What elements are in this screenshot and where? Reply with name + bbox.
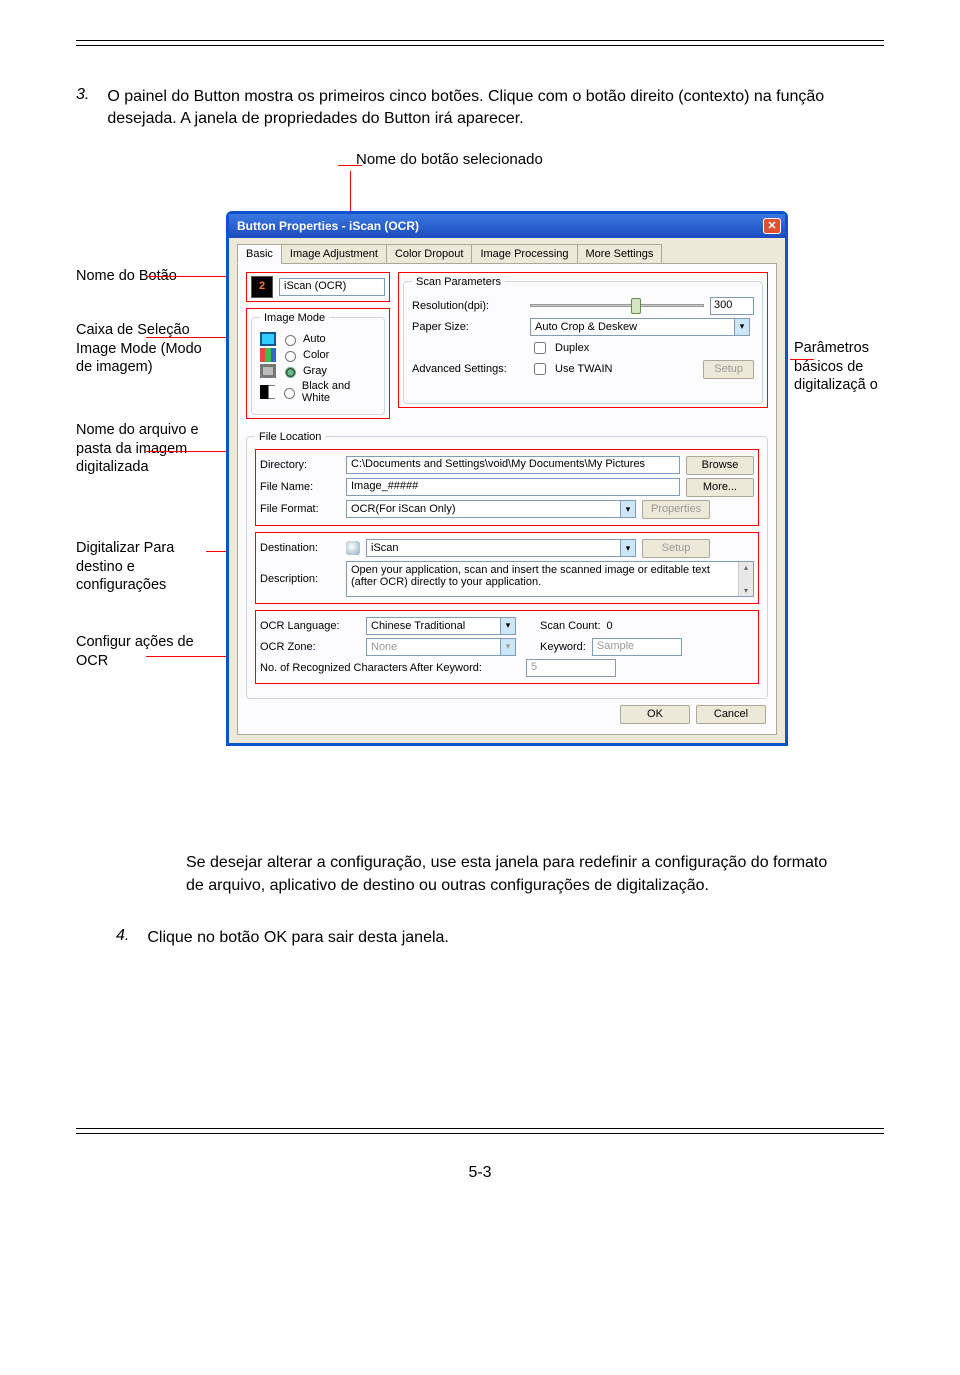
dest-setup-button: Setup [642, 539, 710, 558]
label-color: Color [303, 349, 329, 361]
fileformat-label: File Format: [260, 503, 340, 515]
callout-scan-to: Digitalizar Para destino e configurações [76, 539, 216, 596]
titlebar: Button Properties - iScan (OCR) ✕ [229, 214, 785, 238]
annotated-screenshot: Nome do botão selecionado Nome do Botão … [76, 151, 884, 811]
label-bw: Black and White [302, 380, 376, 404]
chevron-down-icon: ▾ [500, 618, 515, 634]
ocr-language-select[interactable]: Chinese Traditional ▾ [366, 617, 516, 635]
ocr-language-label: OCR Language: [260, 620, 360, 632]
fileformat-select[interactable]: OCR(For iScan Only) ▾ [346, 500, 636, 518]
scrollbar[interactable]: ▴▾ [738, 562, 753, 596]
callout-file-info: Nome do arquivo e pasta da imagem digita… [76, 421, 216, 478]
more-button[interactable]: More... [686, 478, 754, 497]
use-twain-checkbox[interactable] [534, 363, 546, 375]
radio-gray[interactable] [285, 367, 296, 378]
scan-params-legend: Scan Parameters [412, 276, 505, 288]
browse-button[interactable]: Browse [686, 456, 754, 475]
button-name-input[interactable]: iScan (OCR) [279, 278, 385, 296]
paragraph-after: Se desejar alterar a configuração, use e… [186, 851, 844, 897]
chevron-down-icon: ▾ [620, 540, 635, 556]
radio-color[interactable] [285, 351, 296, 362]
scan-count-label: Scan Count: [540, 620, 601, 632]
scan-params-box: Scan Parameters Resolution(dpi): 300 [398, 272, 768, 408]
radio-bw[interactable] [284, 388, 295, 399]
chevron-down-icon: ▾ [620, 501, 635, 517]
step-4: 4. Clique no botão OK para sair desta ja… [116, 927, 884, 949]
destination-box: Destination: iScan ▾ Setup Description: [255, 532, 759, 604]
paper-size-label: Paper Size: [412, 321, 524, 333]
keyword-label: Keyword: [540, 641, 586, 653]
step-3-number: 3. [76, 86, 89, 131]
tab-basic[interactable]: Basic [237, 244, 282, 264]
tab-color-dropout[interactable]: Color Dropout [386, 244, 472, 263]
resolution-slider[interactable] [530, 297, 704, 315]
file-location-box: Directory: C:\Documents and Settings\voi… [255, 449, 759, 526]
gray-mode-icon [260, 364, 276, 378]
chevron-down-icon: ▾ [734, 319, 749, 335]
step-3-text: O painel do Button mostra os primeiros c… [107, 86, 884, 131]
duplex-checkbox[interactable] [534, 342, 546, 354]
paper-size-select[interactable]: Auto Crop & Deskew ▾ [530, 318, 750, 336]
tab-more-settings[interactable]: More Settings [577, 244, 663, 263]
tab-image-processing[interactable]: Image Processing [471, 244, 577, 263]
auto-mode-icon [260, 332, 276, 346]
step-3: 3. O painel do Button mostra os primeiro… [76, 86, 884, 131]
directory-label: Directory: [260, 459, 340, 471]
directory-input[interactable]: C:\Documents and Settings\void\My Docume… [346, 456, 680, 474]
callout-scan-params: Parâmetros básicos de digitalizaçã o [794, 339, 884, 396]
step-4-number: 4. [116, 927, 129, 949]
tab-strip: Basic Image Adjustment Color Dropout Ima… [237, 244, 777, 264]
label-auto: Auto [303, 333, 326, 345]
ok-button[interactable]: OK [620, 705, 690, 724]
button-name-box: 2 iScan (OCR) [246, 272, 390, 302]
chars-after-kw-input: 5 [526, 659, 616, 677]
ocr-zone-select: None ▾ [366, 638, 516, 656]
cancel-button[interactable]: Cancel [696, 705, 766, 724]
description-label: Description: [260, 573, 340, 585]
iscan-icon [346, 541, 360, 555]
chars-after-kw-label: No. of Recognized Characters After Keywo… [260, 662, 520, 674]
page-number: 5-3 [76, 1164, 884, 1182]
button-properties-window: Button Properties - iScan (OCR) ✕ Basic … [226, 211, 788, 746]
properties-button: Properties [642, 500, 710, 519]
close-icon[interactable]: ✕ [763, 218, 781, 234]
destination-label: Destination: [260, 542, 340, 554]
scan-count-value: 0 [607, 620, 613, 632]
resolution-label: Resolution(dpi): [412, 300, 524, 312]
image-mode-legend: Image Mode [260, 312, 329, 324]
step-4-text: Clique no botão OK para sair desta janel… [147, 927, 884, 949]
resolution-value[interactable]: 300 [710, 297, 754, 315]
duplex-label: Duplex [555, 342, 589, 354]
radio-auto[interactable] [285, 335, 296, 346]
window-title: Button Properties - iScan (OCR) [237, 219, 419, 233]
file-location-legend: File Location [255, 431, 325, 443]
description-text: Open your application, scan and insert t… [346, 561, 754, 597]
button-slot-number: 2 [251, 276, 273, 298]
setup-twain-button: Setup [703, 360, 754, 379]
callout-ocr-settings: Configur ações de OCR [76, 633, 216, 671]
destination-select[interactable]: iScan ▾ [366, 539, 636, 557]
ocr-settings-box: OCR Language: Chinese Traditional ▾ Scan… [255, 610, 759, 684]
filename-label: File Name: [260, 481, 340, 493]
adv-settings-label: Advanced Settings: [412, 363, 524, 375]
label-gray: Gray [303, 365, 327, 377]
callout-selected-button-name: Nome do botão selecionado [356, 151, 543, 168]
color-mode-icon [260, 348, 276, 362]
chevron-down-icon: ▾ [500, 639, 515, 655]
keyword-input: Sample [592, 638, 682, 656]
filename-input[interactable]: Image_##### [346, 478, 680, 496]
use-twain-label: Use TWAIN [555, 363, 612, 375]
bw-mode-icon [260, 385, 275, 399]
image-mode-box: Image Mode Auto Col [246, 308, 390, 419]
tab-image-adjustment[interactable]: Image Adjustment [281, 244, 387, 263]
ocr-zone-label: OCR Zone: [260, 641, 360, 653]
callout-image-mode: Caixa de Seleção Image Mode (Modo de ima… [76, 321, 216, 378]
